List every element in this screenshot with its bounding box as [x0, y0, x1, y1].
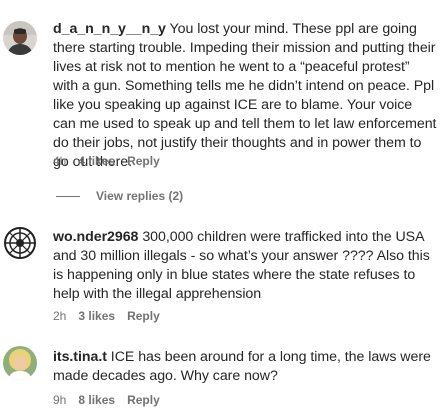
- view-replies-label: View replies (2): [96, 189, 184, 203]
- comment-time: 2h: [53, 309, 67, 323]
- comment-username[interactable]: wo.nder2968: [53, 229, 138, 245]
- comment-text: wo.nder2968 300,000 children were traffi…: [53, 228, 438, 304]
- comment-text: d_a_n_n_y__n_y You lost your mind. These…: [53, 20, 438, 172]
- comment-meta: 4h 4 likes Reply: [53, 154, 172, 168]
- avatar[interactable]: [3, 21, 37, 55]
- comment-time: 9h: [53, 393, 67, 407]
- comment-body: You lost your mind. These ppl are going …: [53, 21, 437, 170]
- avatar[interactable]: [3, 346, 37, 380]
- comment-meta: 9h 8 likes Reply: [53, 393, 172, 407]
- likes-count[interactable]: 8 likes: [78, 393, 115, 407]
- reply-button[interactable]: Reply: [127, 393, 160, 407]
- replies-divider: [56, 195, 80, 197]
- comment-body: ICE has been around for a long time, the…: [53, 349, 431, 384]
- comment-time: 4h: [53, 154, 67, 168]
- likes-count[interactable]: 4 likes: [78, 154, 115, 168]
- avatar[interactable]: [3, 226, 37, 260]
- comment-username[interactable]: its.tina.t: [53, 349, 107, 365]
- comment-meta: 2h 3 likes Reply: [53, 309, 172, 323]
- view-replies-button[interactable]: View replies (2): [56, 189, 183, 203]
- avatar-photo-icon: [3, 346, 37, 380]
- comment-username[interactable]: d_a_n_n_y__n_y: [53, 21, 166, 37]
- comment-text: its.tina.t ICE has been around for a lon…: [53, 348, 438, 386]
- reply-button[interactable]: Reply: [127, 309, 160, 323]
- avatar-logo-icon: [3, 226, 37, 260]
- avatar-photo-icon: [3, 21, 37, 55]
- likes-count[interactable]: 3 likes: [78, 309, 115, 323]
- reply-button[interactable]: Reply: [127, 154, 160, 168]
